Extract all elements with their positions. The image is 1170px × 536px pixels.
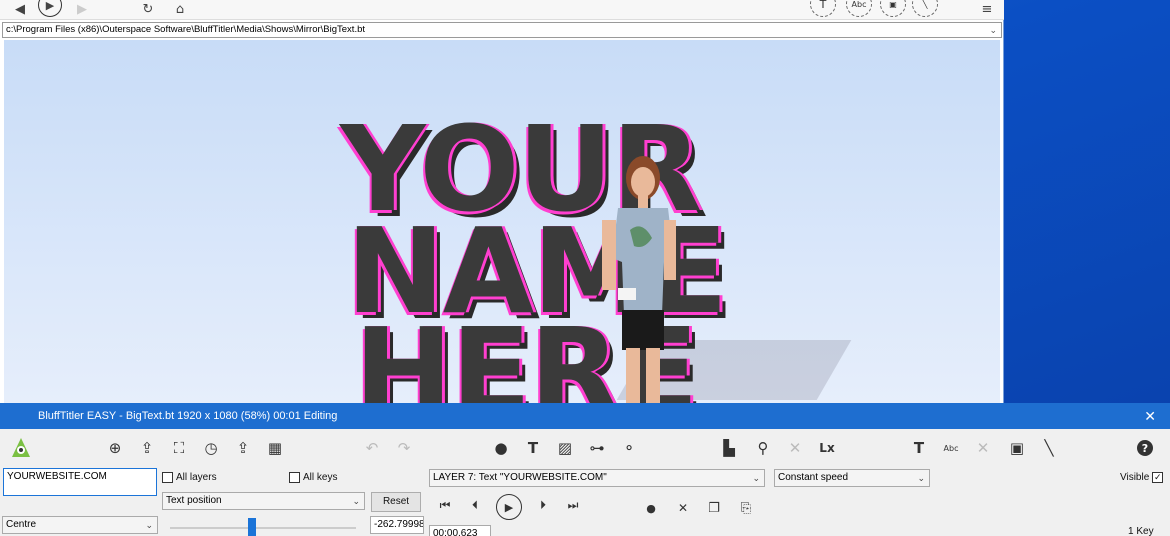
chevron-down-icon: ⌄ — [352, 496, 360, 506]
blufftitler-logo-icon — [8, 437, 34, 459]
new-show-icon[interactable]: ⊕ — [104, 437, 126, 459]
all-keys-checkbox[interactable]: All keys — [289, 472, 337, 483]
all-layers-label: All layers — [176, 472, 217, 483]
record-key-icon[interactable]: ● — [644, 497, 658, 519]
text-layer-icon[interactable]: T — [810, 0, 836, 17]
export-icon[interactable]: ⇪ — [232, 437, 254, 459]
all-layers-checkbox[interactable]: All layers — [162, 472, 217, 483]
key-count: 1 Key — [1128, 526, 1154, 536]
chevron-down-icon: ⌄ — [917, 473, 925, 483]
text-icon[interactable]: T — [522, 437, 544, 459]
speed-dropdown[interactable]: Constant speed ⌄ — [774, 469, 930, 487]
all-keys-label: All keys — [303, 472, 338, 483]
last-key-icon[interactable]: ⏭ — [564, 494, 582, 516]
refresh-icon[interactable]: ↻ — [140, 0, 156, 18]
arrow-left-icon[interactable]: ◀ — [12, 0, 28, 18]
paste-key-icon[interactable]: ⎘ — [738, 497, 754, 519]
home-icon[interactable]: ⌂ — [172, 0, 188, 18]
explode-icon[interactable]: ✕ — [784, 437, 806, 459]
all-layers-box[interactable] — [162, 472, 173, 483]
picture-layer-icon[interactable]: ▣ — [880, 0, 906, 17]
layer-icon[interactable]: ● — [490, 437, 512, 459]
visible-checkbox[interactable]: Visible ✓ — [1120, 472, 1164, 483]
presenter-video — [602, 156, 676, 404]
slider-value-input[interactable]: -262.79998 — [370, 516, 424, 534]
reset-button[interactable]: Reset — [371, 492, 421, 512]
property-dropdown-value: Text position — [166, 495, 222, 506]
text-style-icon[interactable]: T — [908, 437, 930, 459]
next-key-icon[interactable]: ⏵ — [534, 494, 552, 516]
magic-wand-icon[interactable]: ╲ — [1038, 437, 1060, 459]
abc-layer-icon[interactable]: Abc — [846, 0, 872, 17]
layer-dropdown-value: LAYER 7: Text "YOURWEBSITE.COM" — [433, 472, 607, 483]
layer-dropdown[interactable]: LAYER 7: Text "YOURWEBSITE.COM" ⌄ — [429, 469, 765, 487]
value-slider-track[interactable] — [170, 527, 356, 529]
text-input[interactable]: YOURWEBSITE.COM — [3, 468, 157, 496]
speed-dropdown-value: Constant speed — [778, 472, 849, 483]
delete-layer-icon[interactable]: Lx — [816, 437, 838, 459]
top-toolbar: ◀ ▶ ▶ ↻ ⌂ T Abc ▣ ╲ ≡ — [0, 0, 1004, 20]
copy-layer-icon[interactable]: ▙ — [718, 437, 740, 459]
open-show-icon[interactable]: ⇪ — [136, 437, 158, 459]
time-input[interactable]: 00:00.623 — [429, 525, 491, 536]
prev-key-icon[interactable]: ⏴ — [466, 494, 484, 516]
visible-box[interactable]: ✓ — [1152, 472, 1164, 483]
undo-icon[interactable]: ↶ — [362, 437, 382, 459]
redo-icon[interactable]: ↷ — [394, 437, 414, 459]
wand-icon[interactable]: ╲ — [912, 0, 938, 17]
chevron-down-icon: ⌄ — [145, 520, 153, 530]
film-icon[interactable]: ▦ — [264, 437, 286, 459]
file-path-value: c:\Program Files (x86)\Outerspace Softwa… — [6, 24, 366, 35]
alignment-dropdown[interactable]: Centre ⌄ — [2, 516, 158, 534]
panel-title: BluffTitler EASY - BigText.bt 1920 x 108… — [38, 410, 338, 422]
hamburger-icon[interactable]: ≡ — [978, 0, 996, 18]
particles-icon[interactable]: ⚬ — [618, 437, 640, 459]
panel-title-bar: BluffTitler EASY - BigText.bt 1920 x 108… — [0, 403, 1170, 429]
chevron-down-icon[interactable]: ⌄ — [989, 23, 997, 37]
property-dropdown[interactable]: Text position ⌄ — [162, 492, 365, 510]
preview-viewport[interactable]: YOUR NAME HERE — [4, 40, 1000, 404]
resolution-icon[interactable]: ⛶ — [168, 437, 190, 459]
svg-text:?: ? — [1142, 442, 1148, 455]
copy-key-icon[interactable]: ❐ — [706, 497, 722, 519]
editor-panel: BluffTitler EASY - BigText.bt 1920 x 108… — [0, 403, 1170, 536]
effect-icon[interactable]: ✕ — [972, 437, 994, 459]
play-circle-icon[interactable]: ▶ — [38, 0, 62, 17]
picture-style-icon[interactable]: ▣ — [1006, 437, 1028, 459]
play-button[interactable]: ▶ — [496, 494, 522, 520]
link-layer-icon[interactable]: ⚲ — [752, 437, 774, 459]
file-path-combobox[interactable]: c:\Program Files (x86)\Outerspace Softwa… — [2, 22, 1002, 38]
picture-icon[interactable]: ▨ — [554, 437, 576, 459]
camera-icon[interactable]: ⊶ — [586, 437, 608, 459]
alignment-dropdown-value: Centre — [6, 519, 37, 530]
value-slider-thumb[interactable] — [248, 518, 256, 536]
first-key-icon[interactable]: ⏮ — [436, 494, 454, 516]
abc-style-icon[interactable]: Abc — [940, 437, 962, 459]
close-button[interactable]: ✕ — [1144, 403, 1156, 429]
help-icon[interactable]: ? — [1134, 437, 1156, 459]
arrow-right-icon[interactable]: ▶ — [74, 0, 90, 18]
delete-key-icon[interactable]: ✕ — [676, 497, 690, 519]
all-keys-box[interactable] — [289, 472, 300, 483]
timing-icon[interactable]: ◷ — [200, 437, 222, 459]
visible-label: Visible — [1120, 472, 1150, 483]
chevron-down-icon: ⌄ — [752, 473, 760, 483]
main-window: ◀ ▶ ▶ ↻ ⌂ T Abc ▣ ╲ ≡ c:\Program Files (… — [0, 0, 1004, 404]
